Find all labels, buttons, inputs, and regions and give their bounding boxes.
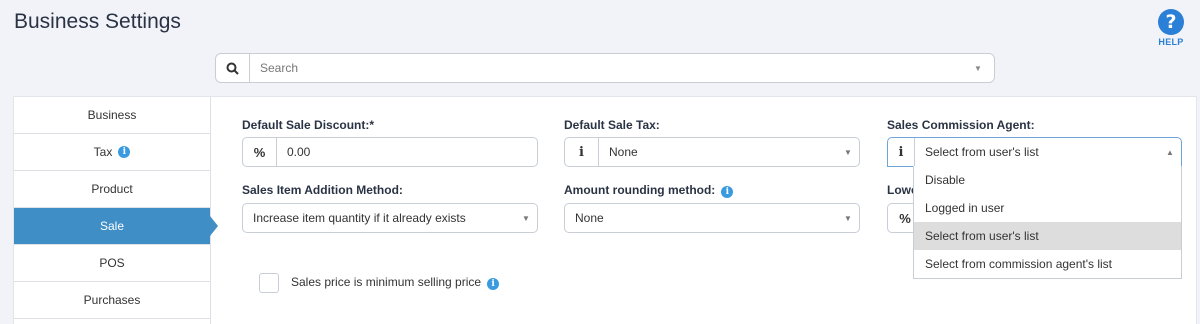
sidebar-item-pos[interactable]: POS [14, 245, 210, 282]
min-selling-price-label: Sales price is minimum selling price i [291, 275, 500, 290]
sidebar-item-label: Purchases [83, 293, 141, 307]
info-icon: i [565, 138, 599, 166]
info-icon[interactable]: i [118, 146, 131, 158]
sidebar-item-product[interactable]: Product [14, 171, 210, 208]
sales-commission-agent-label: Sales Commission Agent: [887, 118, 1035, 132]
chevron-down-icon: ▼ [974, 63, 982, 73]
default-sale-discount-field[interactable]: % 0.00 [242, 137, 538, 167]
sales-commission-agent-dropdown: Disable Logged in user Select from user'… [913, 166, 1182, 279]
chevron-up-icon: ▲ [1166, 147, 1174, 157]
amount-rounding-method-text: Amount rounding method: [564, 183, 716, 197]
info-icon[interactable]: i [721, 186, 734, 198]
question-circle-icon: ? [1158, 9, 1184, 35]
page-title: Business Settings [14, 10, 181, 33]
chevron-down-icon: ▼ [844, 147, 852, 157]
min-selling-price-text: Sales price is minimum selling price [291, 275, 482, 289]
search-icon [216, 54, 250, 82]
dropdown-option-user-list[interactable]: Select from user's list [914, 222, 1181, 250]
sales-commission-agent-select[interactable]: i Select from user's list ▲ [887, 137, 1182, 167]
chevron-down-icon: ▼ [522, 213, 530, 223]
help-label: HELP [1158, 37, 1184, 47]
info-icon: i [898, 144, 904, 160]
default-sale-discount-label: Default Sale Discount:* [242, 118, 375, 132]
min-selling-price-checkbox[interactable] [259, 273, 279, 293]
sidebar-item-label: POS [99, 256, 125, 270]
sidebar-item-label: Tax [93, 145, 113, 159]
default-sale-discount-input[interactable]: 0.00 [277, 145, 537, 159]
sidebar-item-tax[interactable]: Tax i [14, 134, 210, 171]
sales-commission-agent-value: Select from user's list [914, 138, 1159, 166]
default-sale-tax-label: Default Sale Tax: [564, 118, 660, 132]
amount-rounding-method-value: None [575, 211, 604, 225]
default-sale-tax-value: None [609, 145, 638, 159]
sidebar-item-label: Business [87, 108, 137, 122]
help-button[interactable]: ? HELP [1156, 9, 1186, 47]
dropdown-option-commission-agent-list[interactable]: Select from commission agent's list [914, 250, 1181, 278]
search-input[interactable]: Search [250, 61, 974, 75]
sidebar-item-sale[interactable]: Sale [14, 208, 218, 245]
sales-item-addition-method-value: Increase item quantity if it already exi… [253, 211, 466, 225]
sidebar-item-label: Product [91, 182, 133, 196]
dropdown-option-logged-in-user[interactable]: Logged in user [914, 194, 1181, 222]
sidebar-item-business[interactable]: Business [14, 97, 210, 134]
amount-rounding-method-label: Amount rounding method: i [564, 183, 734, 198]
search-box[interactable]: Search ▼ [215, 53, 995, 83]
sidebar-item-label: Sale [99, 219, 125, 233]
sidebar-item-purchases[interactable]: Purchases [14, 282, 210, 319]
percent-icon: % [243, 138, 277, 166]
amount-rounding-method-select[interactable]: None ▼ [564, 203, 860, 233]
settings-sidebar: Business Tax i Product Sale POS Purchases [14, 97, 218, 324]
sales-item-addition-method-select[interactable]: Increase item quantity if it already exi… [242, 203, 538, 233]
sales-item-addition-method-label: Sales Item Addition Method: [242, 183, 403, 197]
info-icon[interactable]: i [487, 278, 500, 290]
default-sale-tax-select[interactable]: i None ▼ [564, 137, 860, 167]
dropdown-option-disable[interactable]: Disable [914, 166, 1181, 194]
chevron-down-icon: ▼ [844, 213, 852, 223]
